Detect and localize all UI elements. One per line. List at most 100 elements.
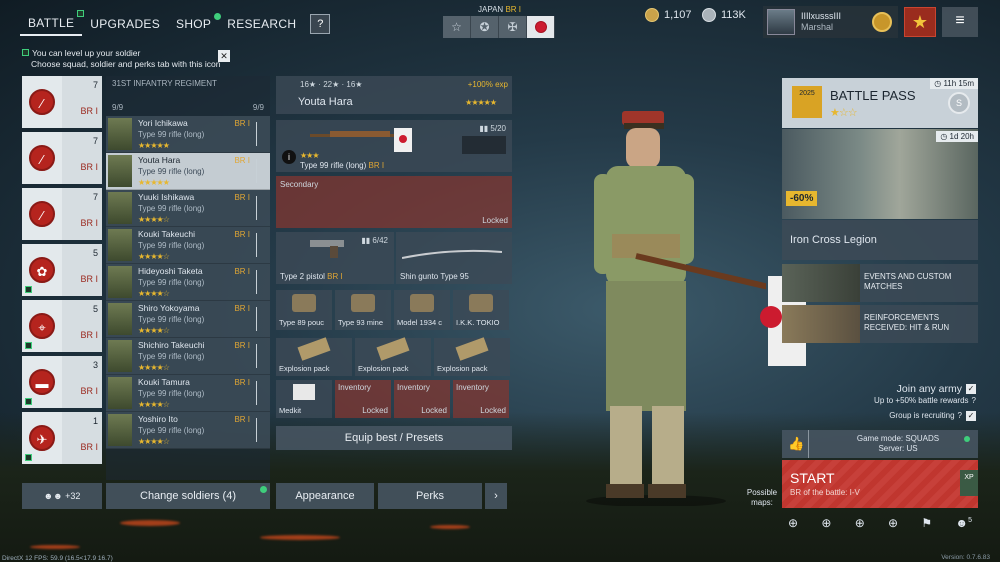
locked-inventory-slot[interactable]: Inventory Locked (394, 380, 450, 418)
checkbox[interactable]: ✓ (966, 411, 976, 421)
medkit-icon (293, 384, 315, 400)
soldier-portrait (108, 414, 132, 446)
grenade-slot[interactable]: Explosion pack (276, 337, 352, 376)
join-any-army[interactable]: Join any army ✓ (897, 383, 976, 396)
custom-matches-card[interactable]: EVENTS AND CUSTOM MATCHES (782, 264, 978, 302)
soldier-br: BR I (234, 378, 250, 387)
selected-soldier-stars: ★★★★★ (465, 98, 497, 107)
soldier-row[interactable]: Yoshiro Ito Type 99 rifle (long) ★★★★☆ B… (106, 412, 270, 449)
germany-faction-icon[interactable]: ✠ (499, 16, 527, 38)
soldier-slot-indicator (256, 381, 265, 405)
perks-button[interactable]: Perks (378, 483, 482, 509)
squad-card[interactable]: ▬ 3 BR I (22, 356, 102, 408)
checkbox[interactable]: ✓ (966, 384, 976, 395)
locked-inventory-slot[interactable]: Inventory Locked (335, 380, 391, 418)
primary-weapon-slot[interactable]: ▮▮ 5/20 i ★★★ Type 99 rifle (long) BR I (276, 120, 512, 172)
xp-icon[interactable]: XP (960, 470, 978, 496)
appearance-button[interactable]: Appearance (276, 483, 374, 509)
attachment-slot[interactable] (462, 136, 506, 154)
tab-research[interactable]: RESEARCH (219, 13, 304, 35)
equipment-slot[interactable]: Type 89 pouc (276, 290, 332, 330)
menu-button[interactable]: ≡ (942, 7, 978, 37)
ember-glow (30, 545, 80, 549)
gold-currency[interactable]: 113K (702, 8, 746, 22)
equipment-slot[interactable]: I.K.K. TOKIO (453, 290, 509, 330)
tab-battle[interactable]: BATTLE (20, 10, 85, 36)
reinforcements-card[interactable]: REINFORCEMENTS RECEIVED: HIT & RUN (782, 305, 978, 343)
secondary-weapon-slot[interactable]: Secondary Locked (276, 176, 512, 228)
grenade-slot[interactable]: Explosion pack (434, 337, 510, 376)
party-icon[interactable]: ☻5 (955, 516, 972, 530)
soldier-row[interactable]: Youta Hara Type 99 rifle (long) ★★★★★ BR… (106, 153, 270, 190)
item-icon (410, 294, 434, 312)
soldier-weapon: Type 99 rifle (long) (138, 204, 205, 213)
hint-line1: You can level up your soldier (32, 48, 141, 58)
info-icon[interactable]: i (282, 150, 296, 164)
medkit-slot[interactable]: Medkit (276, 380, 332, 418)
rank-star-button[interactable]: ★ (904, 7, 936, 37)
group-recruiting[interactable]: Group is recruiting? ✓ (889, 411, 976, 421)
change-soldiers-button[interactable]: Change soldiers (4) (106, 483, 270, 509)
add-friend-icon[interactable]: ⊕ (788, 516, 798, 530)
add-friend-icon[interactable]: ⊕ (888, 516, 898, 530)
item-name: Explosion pack (437, 364, 488, 373)
next-button[interactable]: › (485, 483, 507, 509)
squad-card[interactable]: ⁄ 7 BR I (22, 188, 102, 240)
soldier-row[interactable]: Hideyoshi Taketa Type 99 rifle (long) ★★… (106, 264, 270, 301)
soldier-weapon: Type 99 rifle (long) (138, 426, 205, 435)
soldier-row[interactable]: Yuuki Ishikawa Type 99 rifle (long) ★★★★… (106, 190, 270, 227)
locked-inventory-slot[interactable]: Inventory Locked (453, 380, 509, 418)
squad-card[interactable]: ✿ 5 BR I (22, 244, 102, 296)
soldier-row[interactable]: Shichiro Takeuchi Type 99 rifle (long) ★… (106, 338, 270, 375)
tab-shop[interactable]: SHOP (168, 13, 222, 35)
possible-maps[interactable]: Possible maps: (744, 488, 780, 508)
fps-counter: DirectX 12 FPS: 59.9 (16.5<17.9 16.7) (2, 555, 113, 562)
explosion-pack-icon (455, 337, 489, 361)
squad-card[interactable]: ⌖ 5 BR I (22, 300, 102, 352)
soldier-stars: ★★★★★ (138, 178, 170, 187)
usa-faction-icon[interactable]: ✪ (471, 16, 499, 38)
soldier-stars: ★★★★☆ (138, 400, 170, 409)
soldier-portrait (108, 118, 132, 150)
item-name: Medkit (279, 406, 302, 415)
help-button[interactable]: ? (310, 14, 331, 34)
add-friend-icon[interactable]: ⊕ (855, 516, 865, 530)
grenade-slot[interactable]: Explosion pack (355, 337, 431, 376)
soldier-row[interactable]: Shiro Yokoyama Type 99 rifle (long) ★★★★… (106, 301, 270, 338)
flag-icon[interactable]: ⚑ (921, 516, 932, 530)
ember-glow (430, 525, 470, 529)
player-profile[interactable]: IIIlxusssIII Marshal (763, 6, 898, 38)
soldier-row[interactable]: Kouki Takeuchi Type 99 rifle (long) ★★★★… (106, 227, 270, 264)
soldier-portrait (108, 377, 132, 409)
silver-currency[interactable]: 1,107 (645, 8, 692, 22)
soldier-br: BR I (234, 119, 250, 128)
event-banner[interactable]: -60% ◷ 1d 20h (782, 129, 978, 219)
japan-flag-icon (394, 128, 412, 152)
equip-best-button[interactable]: Equip best / Presets (276, 426, 512, 450)
pistol-slot[interactable]: ▮▮ 6/42 Type 2 pistol BR I (276, 232, 394, 284)
squad-card[interactable]: ✈ 1 BR I (22, 412, 102, 464)
game-mode-panel[interactable]: 👍 Game mode: SQUADS Server: US (782, 430, 978, 458)
equipment-slot[interactable]: Type 93 mine (335, 290, 391, 330)
soldier-slot-indicator (256, 233, 265, 257)
rifle-squad-icon: ⁄ (29, 201, 55, 227)
close-hint-button[interactable]: ✕ (218, 50, 230, 62)
squad-card[interactable]: ⁄ 7 BR I (22, 76, 102, 128)
soldier-br: BR I (234, 341, 250, 350)
soldier-br: BR I (234, 415, 250, 424)
soldier-row[interactable]: Kouki Tamura Type 99 rifle (long) ★★★★☆ … (106, 375, 270, 412)
tab-upgrades[interactable]: UPGRADES (82, 13, 168, 35)
favorite-star-icon[interactable]: ☆ (443, 16, 471, 38)
reserve-button[interactable]: ☻☻ +32 (22, 483, 102, 509)
equipment-slot[interactable]: Model 1934 c (394, 290, 450, 330)
melee-slot[interactable]: Shin gunto Type 95 (396, 232, 512, 284)
squad-card[interactable]: ⁄ 7 BR I (22, 132, 102, 184)
soldier-row[interactable]: Yori Ichikawa Type 99 rifle (long) ★★★★★… (106, 116, 270, 153)
add-friend-icon[interactable]: ⊕ (821, 516, 831, 530)
rifle-squad-icon: ⁄ (29, 89, 55, 115)
soldier-portrait (108, 340, 132, 372)
item-name: Explosion pack (358, 364, 409, 373)
start-button[interactable]: START BR of the battle: I-V XP (782, 460, 978, 508)
japan-faction-icon[interactable] (527, 16, 555, 38)
event-title[interactable]: Iron Cross Legion (782, 220, 978, 260)
